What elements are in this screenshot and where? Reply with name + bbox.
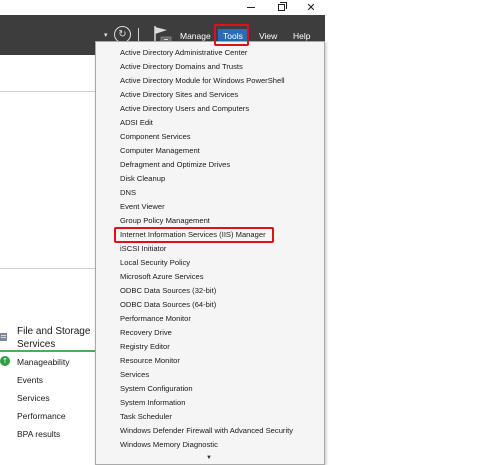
close-icon: ✕ [306,1,316,14]
tools-menu-item-defragment-and-optimize-drives[interactable]: Defragment and Optimize Drives [96,158,324,172]
iis-manager-highlight-outline [114,227,274,243]
tools-menu-item-odbc-data-sources-32-bit[interactable]: ODBC Data Sources (32-bit) [96,284,324,298]
status-ok-icon: ↑ [0,356,10,366]
close-button[interactable]: ✕ [296,0,326,15]
tools-menu-item-adsi-edit[interactable]: ADSI Edit [96,116,324,130]
tools-menu-item-windows-memory-diagnostic[interactable]: Windows Memory Diagnostic [96,438,324,452]
role-tile-status-bar [0,350,96,352]
tools-menu-item-services[interactable]: Services [96,368,324,382]
tools-menu-list: Active Directory Administrative Center Ac… [96,46,324,452]
tools-menu-item-task-scheduler[interactable]: Task Scheduler [96,410,324,424]
tools-menu-item-iscsi-initiator[interactable]: iSCSI Initiator [96,242,324,256]
tools-menu-item-local-security-policy[interactable]: Local Security Policy [96,256,324,270]
tools-menu-item-computer-management[interactable]: Computer Management [96,144,324,158]
tools-menu-item-recovery-drive[interactable]: Recovery Drive [96,326,324,340]
tools-menu-item-performance-monitor[interactable]: Performance Monitor [96,312,324,326]
role-row-manageability[interactable]: Manageability [17,357,69,367]
tools-menu-item-active-directory-administrative-center[interactable]: Active Directory Administrative Center [96,46,324,60]
tools-highlight-outline [214,24,249,46]
role-tile-title[interactable]: File and Storage Services [17,325,90,351]
role-row-bpa-results[interactable]: BPA results [17,429,60,439]
tools-menu-item-disk-cleanup[interactable]: Disk Cleanup [96,172,324,186]
tools-dropdown-menu: Active Directory Administrative Center Ac… [95,41,325,465]
role-row-performance[interactable]: Performance [17,411,66,421]
file-storage-icon [0,333,7,341]
tools-menu-item-component-services[interactable]: Component Services [96,130,324,144]
tools-menu-item-active-directory-domains-and-trusts[interactable]: Active Directory Domains and Trusts [96,60,324,74]
tools-menu-item-windows-defender-firewall-with-advanced-security[interactable]: Windows Defender Firewall with Advanced … [96,424,324,438]
tools-menu-item-registry-editor[interactable]: Registry Editor [96,340,324,354]
minimize-button[interactable] [236,0,266,15]
restore-icon [277,2,287,11]
window-title-bar: ✕ [0,0,325,15]
tools-menu-item-dns[interactable]: DNS [96,186,324,200]
restore-button[interactable] [266,0,296,15]
tools-menu-item-resource-monitor[interactable]: Resource Monitor [96,354,324,368]
scroll-down-arrow-icon[interactable]: ▼ [206,455,212,461]
tools-menu-item-active-directory-module-for-windows-powershell[interactable]: Active Directory Module for Windows Powe… [96,74,324,88]
tools-menu-item-event-viewer[interactable]: Event Viewer [96,200,324,214]
tools-menu-item-odbc-data-sources-64-bit[interactable]: ODBC Data Sources (64-bit) [96,298,324,312]
tools-menu-item-active-directory-sites-and-services[interactable]: Active Directory Sites and Services [96,88,324,102]
role-tile-title-line1: File and Storage [17,326,91,337]
tools-menu-item-microsoft-azure-services[interactable]: Microsoft Azure Services [96,270,324,284]
refresh-icon: ↻ [118,29,127,40]
tools-menu-item-active-directory-users-and-computers[interactable]: Active Directory Users and Computers [96,102,324,116]
tools-menu-item-group-policy-management[interactable]: Group Policy Management [96,214,324,228]
header-separator [138,28,139,42]
role-row-services[interactable]: Services [17,393,50,403]
navigation-dropdown-icon[interactable]: ▾ [104,31,108,39]
tools-menu-item-system-configuration[interactable]: System Configuration [96,382,324,396]
role-row-events[interactable]: Events [17,375,43,385]
tools-menu-item-system-information[interactable]: System Information [96,396,324,410]
minimize-icon [247,7,255,8]
